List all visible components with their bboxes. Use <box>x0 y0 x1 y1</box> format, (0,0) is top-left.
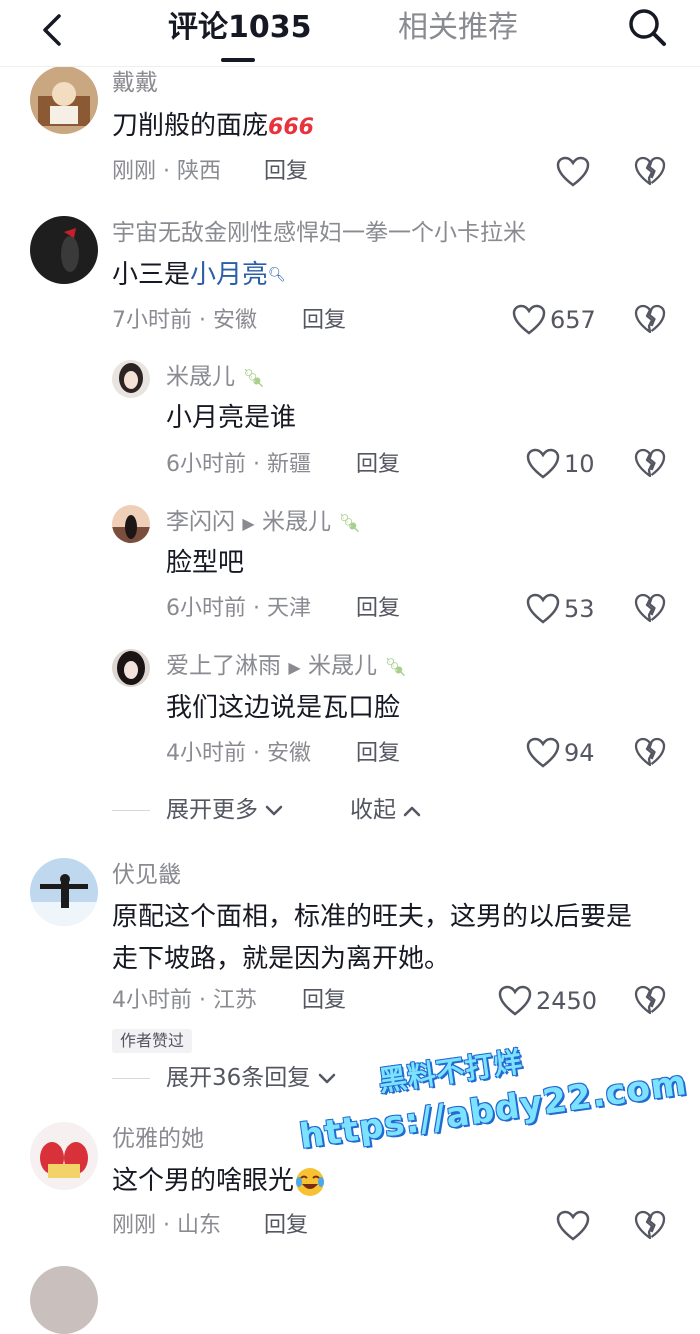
like-count: 53 <box>564 595 595 623</box>
thread-divider <box>112 810 150 811</box>
comment-text: 小三是小月亮🔍︎ <box>112 260 286 290</box>
chevron-down-icon <box>266 805 283 815</box>
active-tab-indicator <box>221 58 255 62</box>
reply-button[interactable]: 回复 <box>356 739 400 769</box>
reply-meta: 4小时前 · 安徽 <box>166 741 311 766</box>
avatar[interactable] <box>30 1122 98 1190</box>
avatar[interactable] <box>112 360 150 398</box>
back-arrow-icon[interactable] <box>34 10 74 50</box>
author-liked-badge: 作者赞过 <box>112 1029 193 1053</box>
comment-meta: 刚刚 · 山东 <box>112 1213 222 1238</box>
like-count: 94 <box>564 739 595 767</box>
candy-icon: 🍡︎ <box>242 368 266 389</box>
avatar[interactable] <box>30 216 98 284</box>
like-button[interactable]: 10 <box>526 447 595 481</box>
reply-button[interactable]: 回复 <box>264 1211 308 1241</box>
reply-text: 我们这边说是瓦口脸 <box>166 693 401 723</box>
search-icon[interactable] <box>624 4 670 50</box>
heart-icon <box>512 304 546 335</box>
avatar[interactable] <box>112 649 150 687</box>
tab-related-recommendations[interactable]: 相关推荐 <box>398 8 518 48</box>
comment-meta: 7小时前 · 安徽 <box>112 308 257 333</box>
reply-button[interactable]: 回复 <box>302 986 346 1016</box>
comment-text: 这个男的啥眼光 <box>112 1161 326 1201</box>
like-count: 657 <box>550 306 596 334</box>
reply-text: 小月亮是谁 <box>166 403 297 433</box>
avatar[interactable] <box>112 505 150 543</box>
comment-username[interactable]: 宇宙无敌金刚性感悍妇一拳一个小卡拉米 <box>112 218 526 248</box>
candy-icon: 🍡︎ <box>384 657 408 678</box>
reply-username[interactable]: 李闪闪 ▶ 米晟儿 🍡︎ <box>166 507 361 539</box>
broken-heart-icon[interactable] <box>634 737 666 769</box>
like-button[interactable] <box>556 1209 590 1243</box>
reply-button[interactable]: 回复 <box>356 450 400 480</box>
reply-button[interactable]: 回复 <box>264 157 308 187</box>
avatar[interactable] <box>30 1266 98 1334</box>
like-count: 2450 <box>536 987 598 1015</box>
like-button[interactable]: 94 <box>526 736 595 770</box>
search-mini-icon: 🔍︎ <box>268 267 286 283</box>
chevron-up-icon <box>404 806 421 816</box>
emoji-666: 666 <box>268 115 314 140</box>
broken-heart-icon[interactable] <box>634 985 666 1017</box>
broken-heart-icon[interactable] <box>634 593 666 625</box>
comment-meta: 4小时前 · 江苏 <box>112 988 257 1013</box>
expand-replies-button[interactable]: 展开36条回复 <box>166 1063 336 1093</box>
like-button[interactable]: 53 <box>526 592 595 626</box>
heart-icon <box>526 448 560 479</box>
heart-icon <box>526 737 560 768</box>
tab-comments[interactable]: 评论1035 <box>168 8 312 48</box>
reply-arrow-icon: ▶ <box>288 658 301 677</box>
comments-header: 评论1035 相关推荐 <box>0 0 700 67</box>
like-count: 10 <box>564 450 595 478</box>
candy-icon: 🍡︎ <box>338 513 362 534</box>
chevron-down-icon <box>318 1073 335 1083</box>
reply-username[interactable]: 爱上了淋雨 ▶ 米晟儿 🍡︎ <box>166 651 407 683</box>
like-button[interactable]: 2450 <box>498 984 597 1018</box>
reply-username[interactable]: 米晟儿 🍡︎ <box>166 362 265 394</box>
like-button[interactable] <box>556 155 590 189</box>
comment-meta: 刚刚 · 陕西 <box>112 159 222 184</box>
comment-username[interactable]: 优雅的她 <box>112 1124 204 1154</box>
like-button[interactable]: 657 <box>512 303 596 337</box>
avatar[interactable] <box>30 66 98 134</box>
search-link[interactable]: 小月亮 <box>190 260 268 290</box>
broken-heart-icon[interactable] <box>634 304 666 336</box>
laughing-crying-emoji-icon <box>294 1166 326 1198</box>
reply-text: 脸型吧 <box>166 548 245 578</box>
reply-arrow-icon: ▶ <box>242 514 255 533</box>
expand-more-button[interactable]: 展开更多 <box>166 795 283 825</box>
heart-icon <box>556 1210 590 1241</box>
comment-username[interactable]: 伏见畿 <box>112 860 181 890</box>
comment-text: 原配这个面相，标准的旺夫，这男的以后要是 走下坡路，就是因为离开她。 <box>112 902 633 974</box>
heart-icon <box>498 985 532 1016</box>
broken-heart-icon[interactable] <box>634 156 666 188</box>
reply-meta: 6小时前 · 新疆 <box>166 452 311 477</box>
avatar[interactable] <box>30 858 98 926</box>
broken-heart-icon[interactable] <box>634 448 666 480</box>
reply-meta: 6小时前 · 天津 <box>166 596 311 621</box>
heart-icon <box>526 593 560 624</box>
thread-divider <box>112 1078 150 1079</box>
heart-icon <box>556 156 590 187</box>
comment-text: 刀削般的面庞666 <box>112 111 314 141</box>
comment-username[interactable]: 戴戴 <box>112 68 158 98</box>
broken-heart-icon[interactable] <box>634 1210 666 1242</box>
collapse-button[interactable]: 收起 <box>350 795 421 825</box>
reply-button[interactable]: 回复 <box>356 594 400 624</box>
reply-button[interactable]: 回复 <box>302 306 346 336</box>
